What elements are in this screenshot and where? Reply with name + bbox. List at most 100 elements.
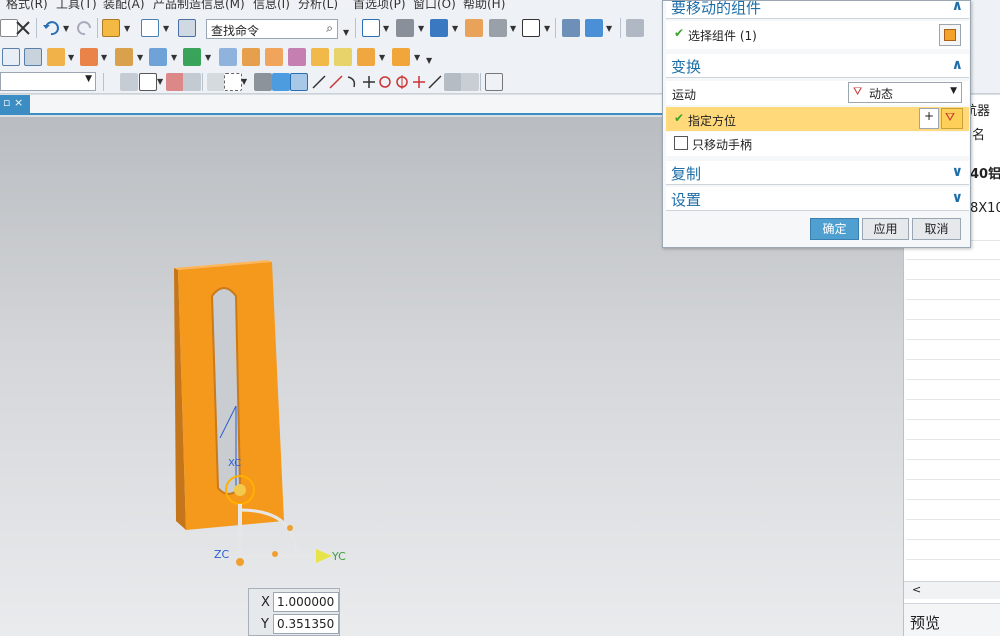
ok-button[interactable]: 确定 [810, 218, 859, 240]
tab-close-icon[interactable]: × [14, 96, 23, 109]
scroll-left-icon[interactable]: < [912, 583, 921, 596]
point-icon[interactable] [183, 48, 201, 66]
quick-pick-icon[interactable] [183, 73, 201, 91]
apply-button[interactable]: 应用 [862, 218, 909, 240]
coord-x-input[interactable]: 1.000000 [273, 592, 339, 612]
navigator-hscrollbar[interactable]: < [904, 581, 1000, 599]
handle-x-ball[interactable] [236, 558, 244, 566]
fit-view-dropdown-icon[interactable]: ▼ [383, 24, 389, 33]
chevron-up-icon[interactable]: ∧ [952, 57, 963, 73]
snap-dropdown-icon[interactable]: ▼ [606, 24, 612, 33]
rectangle-select-icon[interactable] [224, 73, 242, 91]
fit-view-icon[interactable] [362, 19, 380, 37]
motion-select[interactable]: ⛛ 动态 ▼ [848, 82, 962, 103]
menu-pmi[interactable]: 产品制造信息(M) [153, 0, 245, 12]
edit-object-icon[interactable] [489, 19, 507, 37]
command-search-input[interactable]: 查找命令 ⌕ [206, 19, 338, 39]
center-icon[interactable] [376, 73, 394, 91]
more-commands-icon[interactable]: ▼ [426, 56, 432, 65]
handle-origin-point[interactable] [234, 484, 246, 496]
assembly-icon[interactable] [102, 19, 120, 37]
chevron-down-icon[interactable]: ∨ [952, 164, 963, 180]
edge-blend-icon[interactable] [80, 48, 98, 66]
layer-icon[interactable] [626, 19, 644, 37]
assembly-dropdown-icon[interactable]: ▼ [124, 24, 130, 33]
trim-body-icon[interactable] [265, 48, 283, 66]
point-on-face-icon[interactable] [444, 73, 462, 91]
point-dialog-button[interactable]: + [919, 108, 939, 129]
unite-icon[interactable] [288, 48, 306, 66]
cancel-button[interactable]: 取消 [912, 218, 961, 240]
datum-plane-icon[interactable] [115, 48, 133, 66]
point-dropdown-icon[interactable]: ▼ [205, 53, 211, 62]
pattern-dropdown-icon[interactable]: ▼ [171, 53, 177, 62]
search-icon[interactable]: ⌕ [326, 21, 333, 36]
window-icon[interactable] [522, 19, 540, 37]
settings-section-header[interactable]: 设置 ∨ [666, 187, 969, 211]
select-all-icon[interactable] [139, 73, 157, 91]
snap-point-icon[interactable] [166, 73, 184, 91]
rectangle-select-dropdown-icon[interactable]: ▼ [241, 77, 247, 86]
snap-grid-icon[interactable] [290, 73, 308, 91]
draft-dropdown-icon[interactable]: ▼ [414, 53, 420, 62]
subtract-icon[interactable] [311, 48, 329, 66]
pattern-icon[interactable] [149, 48, 167, 66]
snap-settings-icon[interactable] [485, 73, 503, 91]
menu-info[interactable]: 信息(I) [253, 0, 290, 12]
menu-help[interactable]: 帮助(H) [463, 0, 505, 12]
part-tab[interactable]: ▫ × [0, 95, 30, 113]
undo-dropdown-icon[interactable]: ▼ [63, 24, 69, 33]
sketch-icon[interactable] [219, 48, 237, 66]
select-filter-icon[interactable] [120, 73, 138, 91]
body-select-icon[interactable] [272, 73, 290, 91]
menu-analysis[interactable]: 分析(L) [298, 0, 338, 12]
point-on-curve-icon[interactable] [426, 73, 444, 91]
view-style-icon[interactable] [141, 19, 159, 37]
redo-icon[interactable] [76, 19, 94, 37]
menu-preferences[interactable]: 首选项(P) [353, 0, 406, 12]
menu-format[interactable]: 格式(R) [6, 0, 48, 12]
navigator-preview-panel[interactable]: 预览 [904, 603, 1000, 636]
components-section-header[interactable]: 要移动的组件 ∧ [666, 1, 969, 19]
edge-blend-dropdown-icon[interactable]: ▼ [101, 53, 107, 62]
close-icon[interactable] [14, 19, 32, 37]
navigator-item[interactable]: 40铝 [970, 163, 1000, 182]
specify-orientation-row[interactable]: ✔ 指定方位 + ⛛ [666, 107, 969, 131]
select-dropdown-icon[interactable]: ▼ [157, 77, 163, 86]
render-style-icon[interactable] [396, 19, 414, 37]
shell-icon[interactable] [357, 48, 375, 66]
face-select-icon[interactable] [254, 73, 272, 91]
intersect-icon[interactable] [334, 48, 352, 66]
render-style-dropdown-icon[interactable]: ▼ [418, 24, 424, 33]
only-move-handles-checkbox[interactable] [674, 136, 688, 150]
command-finder-icon[interactable] [178, 19, 196, 37]
snap-icon[interactable] [585, 19, 603, 37]
navigator-item[interactable]: 8X10 [970, 201, 1000, 216]
coord-y-input[interactable]: 0.351350 [273, 614, 339, 634]
extrude-dropdown-icon[interactable]: ▼ [68, 53, 74, 62]
view-style-dropdown-icon[interactable]: ▼ [163, 24, 169, 33]
navigator-column-name[interactable]: 名 [972, 124, 985, 143]
copy-section-header[interactable]: 复制 ∨ [666, 161, 969, 185]
undo-icon[interactable] [42, 19, 60, 37]
block-icon[interactable] [2, 48, 20, 66]
csys-dialog-button[interactable]: ⛛ [941, 108, 963, 129]
cone-icon[interactable] [24, 48, 42, 66]
datum-plane-dropdown-icon[interactable]: ▼ [137, 53, 143, 62]
filter-icon[interactable] [207, 73, 225, 91]
menu-assembly[interactable]: 装配(A) [103, 0, 145, 12]
handle-rot-ball[interactable] [287, 525, 293, 531]
quadrant-icon[interactable] [393, 73, 411, 91]
shell-dropdown-icon[interactable]: ▼ [379, 53, 385, 62]
chevron-down-icon[interactable]: ∨ [952, 190, 963, 206]
orient-view-icon[interactable] [430, 19, 448, 37]
endpoint-icon[interactable] [327, 73, 345, 91]
orient-view-dropdown-icon[interactable]: ▼ [452, 24, 458, 33]
draft-icon[interactable] [392, 48, 410, 66]
transform-section-header[interactable]: 变换 ∧ [666, 54, 969, 78]
bounded-grid-icon[interactable] [461, 73, 479, 91]
chevron-up-icon[interactable]: ∧ [952, 1, 963, 14]
edit-object-dropdown-icon[interactable]: ▼ [510, 24, 516, 33]
move-object-icon[interactable] [562, 19, 580, 37]
window-dropdown-icon[interactable]: ▼ [544, 24, 550, 33]
